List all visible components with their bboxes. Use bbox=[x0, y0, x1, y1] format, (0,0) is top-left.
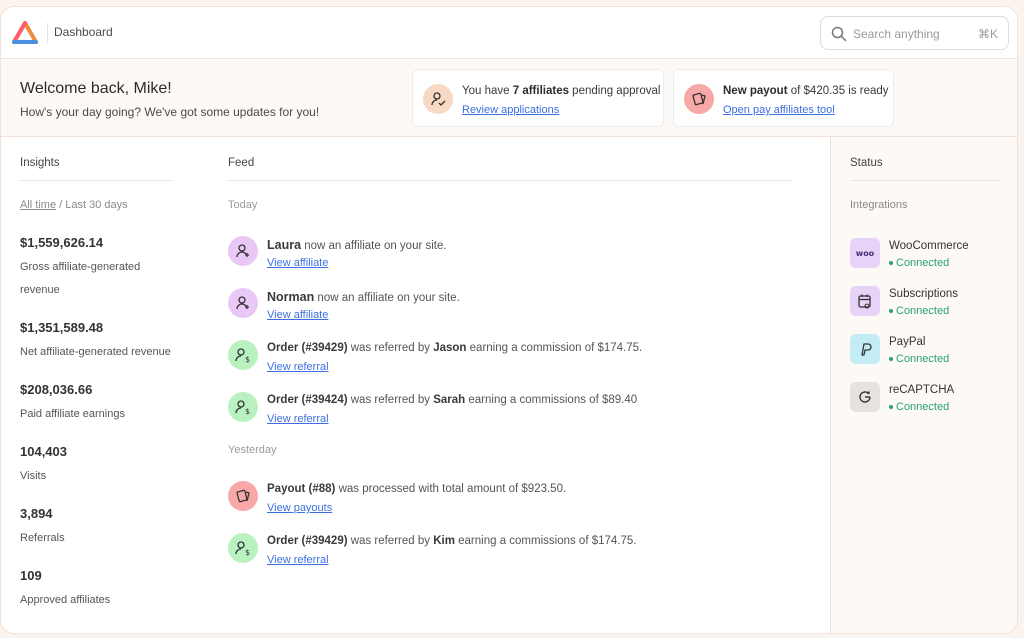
integration-status: Connected bbox=[889, 305, 949, 317]
metric-referrals-value: 3,894 bbox=[20, 506, 53, 521]
insights-title: Insights bbox=[20, 157, 60, 169]
user-dollar-icon: $ bbox=[228, 392, 258, 422]
feed-day-today: Today bbox=[228, 199, 258, 211]
top-bar: Dashboard Search anything ⌘K bbox=[1, 7, 1017, 59]
integration-subscriptions[interactable]: Subscriptions Connected bbox=[850, 286, 1010, 320]
user-add-icon bbox=[228, 288, 258, 318]
search-icon bbox=[831, 26, 847, 42]
integration-paypal[interactable]: PayPal Connected bbox=[850, 334, 1010, 368]
integration-status: Connected bbox=[889, 257, 949, 269]
welcome-banner: Welcome back, Mike! How's your day going… bbox=[1, 59, 1017, 137]
metric-net-revenue-value: $1,351,589.48 bbox=[20, 320, 104, 335]
woocommerce-icon: woo bbox=[850, 238, 880, 268]
metric-gross-revenue-value: $1,559,626.14 bbox=[20, 235, 104, 250]
view-affiliate-link[interactable]: View affiliate bbox=[267, 257, 328, 269]
view-payouts-link[interactable]: View payouts bbox=[267, 502, 332, 514]
payout-icon bbox=[684, 84, 714, 114]
pending-affiliates-text: You have 7 affiliates pending approval bbox=[462, 85, 661, 97]
integration-status: Connected bbox=[889, 353, 949, 365]
metric-approved-affiliates-value: 109 bbox=[20, 568, 42, 583]
app-frame: Dashboard Search anything ⌘K Welcome bac… bbox=[0, 6, 1018, 634]
paypal-icon bbox=[850, 334, 880, 364]
welcome-subtitle: How's your day going? We've got some upd… bbox=[20, 105, 320, 119]
review-applications-link[interactable]: Review applications bbox=[462, 104, 559, 116]
integration-recaptcha[interactable]: reCAPTCHA Connected bbox=[850, 382, 1010, 416]
subscriptions-icon bbox=[850, 286, 880, 316]
svg-text:$: $ bbox=[245, 407, 250, 415]
feed-item-text: Norman now an affiliate on your site. bbox=[267, 290, 460, 304]
feed-item-text: Order (#39424) was referred by Sarah ear… bbox=[267, 394, 638, 406]
svg-text:$: $ bbox=[245, 548, 250, 556]
metric-paid-earnings-label: Paid affiliate earnings bbox=[20, 408, 125, 420]
view-referral-link[interactable]: View referral bbox=[267, 361, 329, 373]
range-all-time[interactable]: All time bbox=[20, 199, 56, 211]
open-pay-affiliates-link[interactable]: Open pay affiliates tool bbox=[723, 104, 835, 116]
pending-affiliates-notice: You have 7 affiliates pending approval R… bbox=[412, 69, 664, 127]
search-box[interactable]: Search anything ⌘K bbox=[820, 16, 1009, 50]
feed-item-text: Order (#39429) was referred by Jason ear… bbox=[267, 342, 643, 354]
status-title: Status bbox=[850, 157, 883, 169]
integration-woocommerce[interactable]: woo WooCommerce Connected bbox=[850, 238, 1010, 272]
user-dollar-icon: $ bbox=[228, 533, 258, 563]
affiliate-pending-icon bbox=[423, 84, 453, 114]
feed-day-yesterday: Yesterday bbox=[228, 444, 277, 456]
view-affiliate-link[interactable]: View affiliate bbox=[267, 309, 328, 321]
feed-title: Feed bbox=[228, 157, 255, 169]
metric-approved-affiliates-label: Approved affiliates bbox=[20, 594, 111, 606]
status-panel: Status Integrations woo WooCommerce Conn… bbox=[830, 137, 1017, 633]
integration-name: WooCommerce bbox=[889, 240, 969, 252]
feed-item: Norman now an affiliate on your site. Vi… bbox=[228, 288, 788, 328]
integration-name: PayPal bbox=[889, 336, 926, 348]
status-divider bbox=[850, 180, 1000, 181]
feed-item: Laura now an affiliate on your site. Vie… bbox=[228, 236, 788, 276]
range-last-30-days[interactable]: Last 30 days bbox=[65, 199, 127, 211]
feed-item-text: Order (#39429) was referred by Kim earni… bbox=[267, 535, 637, 547]
search-input[interactable]: Search anything bbox=[853, 27, 940, 41]
insights-range-selector: All time / Last 30 days bbox=[20, 199, 128, 211]
feed-item-text: Laura now an affiliate on your site. bbox=[267, 238, 447, 252]
metric-visits-value: 104,403 bbox=[20, 444, 67, 459]
metric-paid-earnings-value: $208,036.66 bbox=[20, 382, 93, 397]
integration-status: Connected bbox=[889, 401, 949, 413]
view-referral-link[interactable]: View referral bbox=[267, 554, 329, 566]
feed-item: Payout (#88) was processed with total am… bbox=[228, 481, 788, 521]
search-shortcut: ⌘K bbox=[977, 27, 998, 41]
metric-visits-label: Visits bbox=[20, 470, 47, 482]
feed-item: $ Order (#39424) was referred by Sarah e… bbox=[228, 392, 788, 432]
new-payout-notice: New payout of $420.35 is ready Open pay … bbox=[673, 69, 894, 127]
payout-icon bbox=[228, 481, 258, 511]
metric-referrals-label: Referrals bbox=[20, 532, 65, 544]
feed-item: $ Order (#39429) was referred by Kim ear… bbox=[228, 533, 788, 573]
range-separator: / bbox=[56, 199, 66, 211]
metric-net-revenue-label: Net affiliate-generated revenue bbox=[20, 346, 171, 358]
integration-name: Subscriptions bbox=[889, 288, 959, 300]
user-add-icon bbox=[228, 236, 258, 266]
breadcrumb-divider bbox=[47, 23, 48, 43]
feed-divider bbox=[228, 180, 792, 181]
welcome-title: Welcome back, Mike! bbox=[20, 80, 172, 97]
integration-name: reCAPTCHA bbox=[889, 384, 955, 396]
insights-divider bbox=[20, 180, 172, 181]
new-payout-text: New payout of $420.35 is ready bbox=[723, 85, 889, 97]
svg-text:$: $ bbox=[245, 355, 250, 363]
feed-item: $ Order (#39429) was referred by Jason e… bbox=[228, 340, 788, 380]
view-referral-link[interactable]: View referral bbox=[267, 413, 329, 425]
app-logo-icon[interactable] bbox=[12, 21, 38, 45]
feed-item-text: Payout (#88) was processed with total am… bbox=[267, 483, 567, 495]
breadcrumb[interactable]: Dashboard bbox=[54, 25, 113, 39]
user-dollar-icon: $ bbox=[228, 340, 258, 370]
metric-gross-revenue-label: Gross affiliate-generated revenue bbox=[20, 261, 141, 296]
integrations-label: Integrations bbox=[850, 199, 908, 211]
recaptcha-icon bbox=[850, 382, 880, 412]
